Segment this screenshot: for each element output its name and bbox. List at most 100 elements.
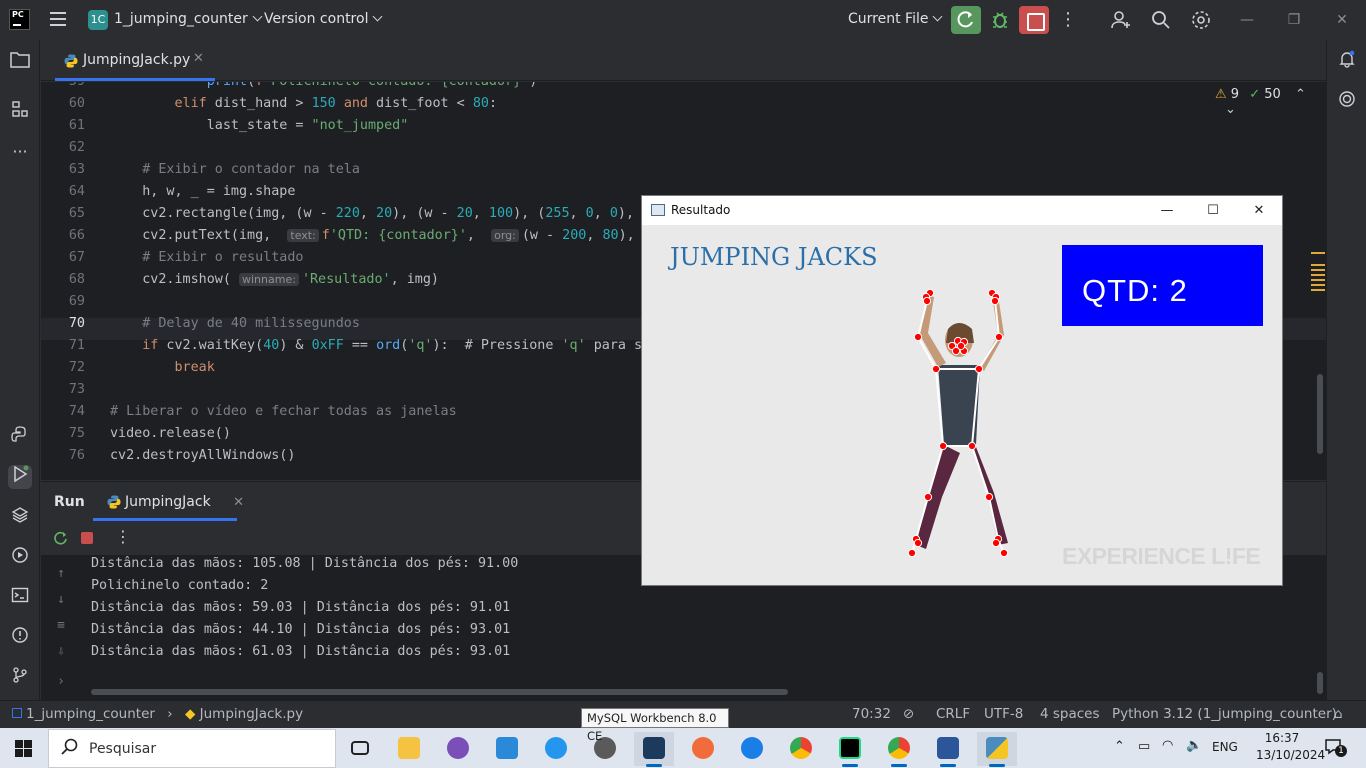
docker-icon[interactable] xyxy=(536,732,576,766)
minimize-icon[interactable]: — xyxy=(1145,199,1189,223)
windows-start-icon[interactable] xyxy=(15,740,32,757)
scroll-up-icon[interactable]: ↑ xyxy=(53,566,69,581)
tor-browser-icon[interactable] xyxy=(438,732,478,766)
rerun-icon xyxy=(957,11,973,28)
breadcrumb[interactable]: 1_jumping_counter › ◆ JumpingJack.py xyxy=(12,706,303,722)
vscode-icon[interactable] xyxy=(487,732,527,766)
breadcrumb-project[interactable]: 1_jumping_counter xyxy=(26,706,155,722)
file-explorer-icon[interactable] xyxy=(389,732,429,766)
line-number: 61 xyxy=(68,118,85,133)
maximize-icon[interactable]: ☐ xyxy=(1191,199,1235,223)
line-number: 69 xyxy=(68,294,85,309)
lock-icon[interactable]: ⌂ xyxy=(1334,706,1343,722)
resultado-window[interactable]: Resultado — ☐ ✕ JUMPING JACKS QTD: 2 EXP… xyxy=(642,196,1282,585)
battery-icon[interactable]: ▭ xyxy=(1138,739,1150,754)
more-tools-icon[interactable]: ··· xyxy=(8,140,32,164)
console-hscrollbar[interactable] xyxy=(91,689,788,695)
scroll-down-icon[interactable]: ↓ xyxy=(53,592,69,607)
clock[interactable]: 16:37 13/10/2024 xyxy=(1256,731,1326,762)
services-icon[interactable] xyxy=(8,546,32,570)
more-actions-icon[interactable]: ⋮ xyxy=(1056,8,1080,32)
soft-wrap-icon[interactable]: ≡ xyxy=(53,618,69,633)
word-icon[interactable] xyxy=(928,732,968,767)
close-tab-icon[interactable]: ✕ xyxy=(233,495,244,510)
chevron-down-icon xyxy=(373,11,383,22)
file-encoding[interactable]: UTF-8 xyxy=(984,706,1023,722)
python-window-icon[interactable] xyxy=(977,732,1017,767)
project-selector[interactable]: 1_jumping_counter xyxy=(114,11,263,27)
project-folder-icon[interactable] xyxy=(8,50,32,74)
clock-date: 13/10/2024 xyxy=(1256,748,1326,762)
rerun-icon[interactable] xyxy=(53,530,69,550)
chrome-icon[interactable] xyxy=(781,732,821,766)
line-number: 63 xyxy=(68,162,85,177)
search-icon[interactable] xyxy=(1149,8,1173,32)
taskbar-search-box[interactable]: Pesquisar xyxy=(48,729,336,768)
scroll-to-end-icon[interactable]: ⇩ xyxy=(53,644,69,659)
editor-scrollbar-thumb[interactable] xyxy=(1317,374,1323,454)
language-indicator[interactable]: ENG xyxy=(1212,740,1238,754)
python-interpreter[interactable]: Python 3.12 (1_jumping_counter) xyxy=(1112,706,1337,722)
volume-icon[interactable]: 🔈 xyxy=(1186,738,1202,753)
close-tab-icon[interactable]: ✕ xyxy=(193,51,204,66)
restore-icon[interactable]: ❐ xyxy=(1279,8,1309,32)
run-tool-icon[interactable] xyxy=(8,465,32,489)
version-control-menu[interactable]: Version control xyxy=(264,11,383,27)
code-line: # Exibir o contador na tela xyxy=(110,162,360,177)
postman-icon[interactable] xyxy=(683,732,723,766)
pycharm-taskbar-icon[interactable] xyxy=(830,732,870,767)
stop-button[interactable] xyxy=(1019,6,1049,34)
project-name: 1_jumping_counter xyxy=(114,11,248,27)
main-menu-icon[interactable] xyxy=(50,12,66,26)
taskbar-tooltip: MySQL Workbench 8.0 CE xyxy=(581,708,729,743)
close-icon[interactable]: ✕ xyxy=(1327,8,1357,32)
notifications-bell-icon[interactable] xyxy=(1335,50,1359,74)
tab-jumpingjack-py[interactable]: JumpingJack.py ✕ xyxy=(51,40,243,81)
caret-position[interactable]: 70:32 xyxy=(852,706,891,722)
version-control-label: Version control xyxy=(264,11,369,27)
readonly-toggle-icon[interactable]: ⊘ xyxy=(903,706,914,722)
run-configuration-selector[interactable]: Current File xyxy=(848,11,943,27)
mysql-workbench-icon[interactable] xyxy=(634,732,674,767)
line-number: 65 xyxy=(68,206,85,221)
run-tab-jumpingjack[interactable]: JumpingJack ✕ xyxy=(107,494,244,510)
debug-icon[interactable] xyxy=(988,8,1012,32)
tray-overflow-icon[interactable]: ⌃ xyxy=(1114,739,1125,754)
more-actions-icon[interactable]: ⋮ xyxy=(115,527,131,546)
tab-label: JumpingJack.py xyxy=(83,52,191,68)
console-vscrollbar[interactable] xyxy=(1317,672,1323,694)
close-icon[interactable]: ✕ xyxy=(1237,199,1281,223)
active-tab-indicator xyxy=(55,78,215,81)
add-user-icon[interactable] xyxy=(1109,8,1133,32)
wifi-icon[interactable]: ◠ xyxy=(1162,738,1173,753)
terminal-icon[interactable] xyxy=(8,586,32,610)
expand-icon[interactable]: › xyxy=(53,674,69,689)
line-ending[interactable]: CRLF xyxy=(936,706,970,722)
chevron-up-icon[interactable]: ⌃ xyxy=(1295,87,1306,102)
sourcetree-icon[interactable] xyxy=(732,732,772,766)
task-view-icon[interactable] xyxy=(340,732,380,766)
resultado-titlebar[interactable]: Resultado — ☐ ✕ xyxy=(642,196,1282,225)
chevron-down-icon xyxy=(252,11,263,22)
rerun-button[interactable] xyxy=(951,6,981,34)
python-console-icon[interactable] xyxy=(8,426,32,450)
notification-center-icon[interactable]: 1 xyxy=(1324,738,1347,757)
minimize-icon[interactable]: — xyxy=(1232,8,1262,32)
ai-assistant-icon[interactable] xyxy=(1335,90,1359,114)
layers-icon[interactable] xyxy=(8,506,32,530)
git-icon[interactable] xyxy=(8,666,32,690)
breadcrumb-file[interactable]: JumpingJack.py xyxy=(200,706,303,722)
line-number: 75 xyxy=(68,426,85,441)
inspection-widget[interactable]: ⚠ 9 ✓ 50 ⌃ ⌄ xyxy=(1215,87,1326,117)
line-number: 73 xyxy=(68,382,85,397)
problems-icon[interactable] xyxy=(8,626,32,650)
chrome-profile-icon[interactable] xyxy=(879,732,919,767)
python-file-icon: ◆ xyxy=(184,706,196,722)
project-badge[interactable]: 1C xyxy=(88,10,108,30)
code-line: h, w, _ = img.shape xyxy=(110,184,296,199)
chevron-down-icon[interactable]: ⌄ xyxy=(1225,102,1236,117)
stop-icon[interactable] xyxy=(81,532,93,544)
settings-gear-icon[interactable] xyxy=(1189,8,1213,32)
structure-icon[interactable] xyxy=(8,100,32,124)
indent-setting[interactable]: 4 spaces xyxy=(1040,706,1100,722)
